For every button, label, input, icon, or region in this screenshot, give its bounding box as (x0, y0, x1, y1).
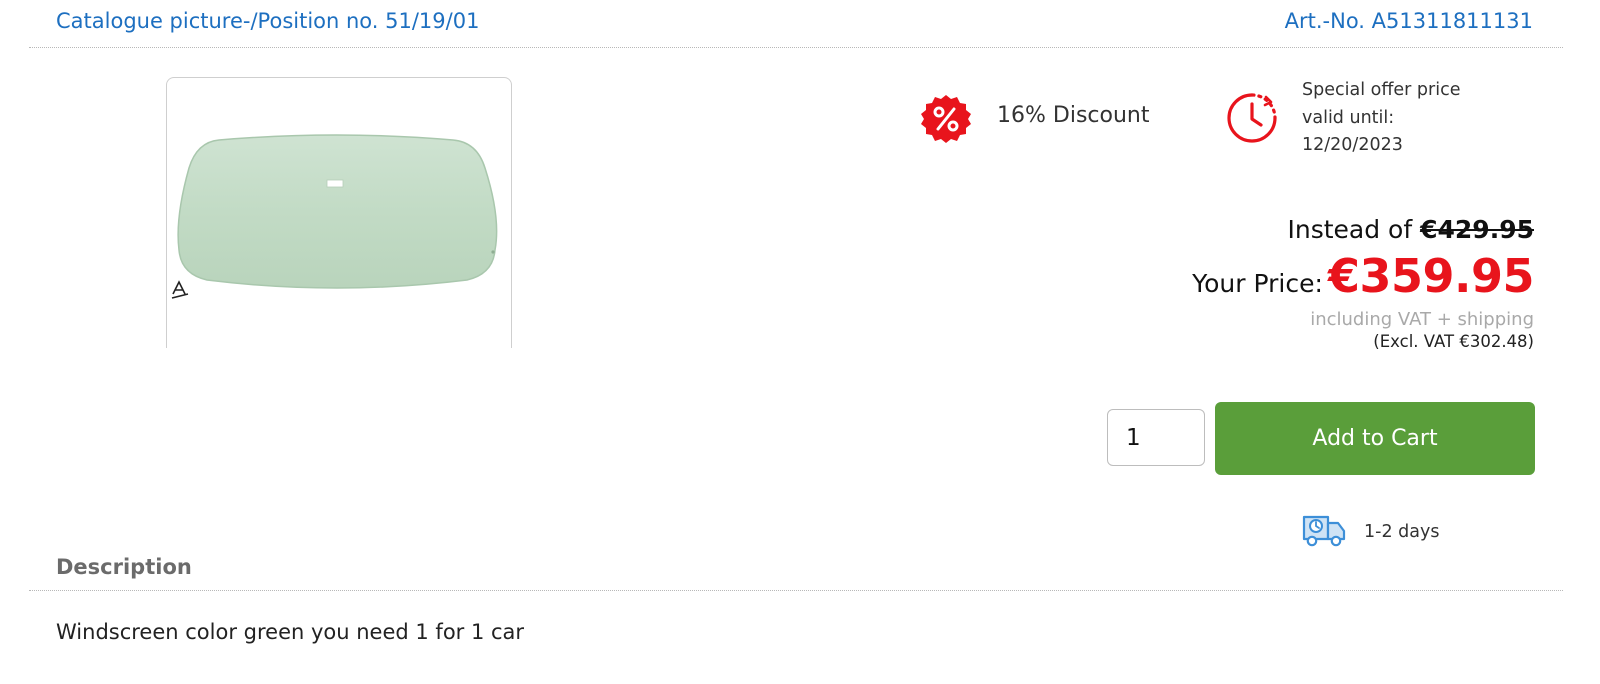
clock-timer-icon (1227, 93, 1277, 143)
description-heading: Description (56, 555, 192, 579)
your-price: Your Price: €359.95 (1192, 248, 1534, 315)
delivery-truck-icon (1302, 515, 1346, 547)
excl-vat-price: (Excl. VAT €302.48) (1373, 332, 1534, 351)
quantity-input[interactable] (1107, 409, 1205, 466)
article-number: Art.-No. A51311811131 (1284, 9, 1533, 33)
current-price: €359.95 (1327, 249, 1535, 303)
offer-date: 12/20/2023 (1302, 135, 1403, 155)
delivery-time: 1-2 days (1364, 522, 1440, 542)
description-divider (29, 590, 1563, 591)
catalogue-picture-link[interactable]: Catalogue picture-/Position no. 51/19/01 (56, 9, 479, 33)
product-detail-page: Catalogue picture-/Position no. 51/19/01… (0, 0, 1600, 684)
instead-of-price: Instead of €429.95 (1192, 214, 1535, 246)
percent-badge-icon (921, 95, 971, 143)
windscreen-image (171, 134, 498, 299)
add-to-cart-button[interactable]: Add to Cart (1215, 402, 1535, 475)
special-offer-info: Special offer price valid until: 12/20/2… (1302, 77, 1532, 160)
price-block: Instead of €429.95 Your Price: €359.95 i… (1192, 214, 1534, 353)
offer-line-2: valid until: (1302, 107, 1395, 128)
description-text: Windscreen color green you need 1 for 1 … (56, 620, 525, 644)
offer-line-1: Special offer price (1302, 80, 1461, 100)
product-image[interactable] (166, 77, 512, 348)
old-price: €429.95 (1420, 215, 1534, 244)
discount-label: 16% Discount (997, 103, 1150, 128)
your-price-label: Your Price: (1192, 269, 1323, 298)
product-header-bar: Catalogue picture-/Position no. 51/19/01… (29, 0, 1563, 48)
instead-of-label: Instead of (1287, 215, 1413, 244)
